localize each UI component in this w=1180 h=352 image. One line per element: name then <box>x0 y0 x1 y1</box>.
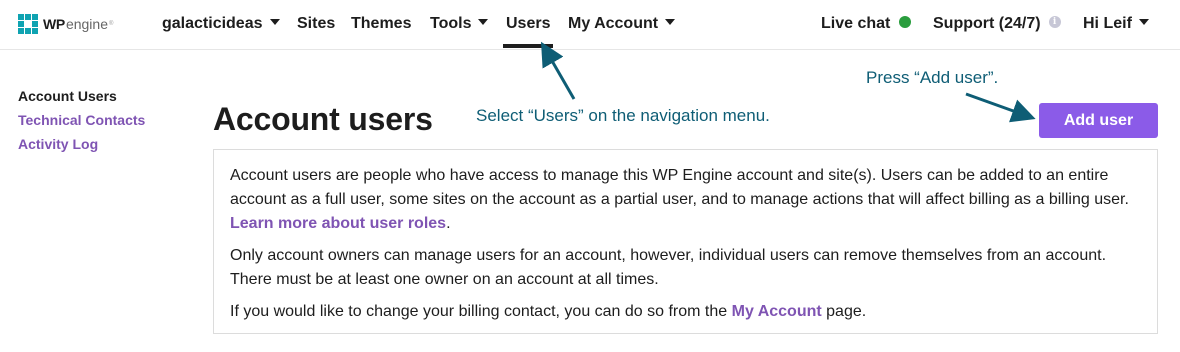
learn-more-link[interactable]: Learn more about user roles <box>230 215 446 232</box>
logo-engine-text: engine <box>65 16 108 32</box>
sidebar-item-account-users[interactable]: Account Users <box>18 84 145 108</box>
nav-tools-label: Tools <box>430 15 472 32</box>
support-link[interactable]: Support (24/7) i <box>933 15 1061 33</box>
nav-item-themes[interactable]: Themes <box>351 15 411 33</box>
wpengine-logo-icon <box>18 14 38 34</box>
online-status-icon <box>899 15 912 28</box>
arrow-to-users-tab <box>541 41 576 100</box>
nav-tools-dropdown[interactable]: Tools <box>430 15 489 33</box>
info-panel: Account users are people who have access… <box>213 149 1158 334</box>
logo-trademark: ® <box>109 21 114 27</box>
add-user-button[interactable]: Add user <box>1039 103 1158 138</box>
info-paragraph-billing: If you would like to change your billing… <box>230 300 1141 324</box>
sidebar-item-activity-log[interactable]: Activity Log <box>18 132 145 156</box>
arrow-to-add-user-button <box>965 92 1036 123</box>
live-chat-label: Live chat <box>821 15 891 32</box>
user-menu-dropdown[interactable]: Hi Leif <box>1083 15 1149 33</box>
chevron-down-icon <box>478 18 489 25</box>
wpengine-logo[interactable]: WP engine ® <box>18 14 113 34</box>
info-text: If you would like to change your billing… <box>230 303 732 320</box>
my-account-link[interactable]: My Account <box>732 303 822 320</box>
nav-my-account-dropdown[interactable]: My Account <box>568 15 676 33</box>
chevron-down-icon <box>665 18 676 25</box>
annotation-press-add-user: Press “Add user”. <box>866 68 999 87</box>
sidebar: Account Users Technical Contacts Activit… <box>18 84 145 156</box>
nav-item-sites[interactable]: Sites <box>297 15 335 33</box>
nav-account-dropdown[interactable]: galacticideas <box>162 15 280 33</box>
info-text-end: page. <box>821 303 867 320</box>
info-paragraph-roles: Account users are people who have access… <box>230 164 1141 236</box>
nav-account-label: galacticideas <box>162 15 263 32</box>
annotation-select-users: Select “Users” on the navigation menu. <box>476 106 770 125</box>
top-navigation: WP engine ® galacticideas Sites Themes T… <box>0 0 1180 50</box>
nav-item-users[interactable]: Users <box>506 15 550 33</box>
info-paragraph-owners: Only account owners can manage users for… <box>230 247 1107 288</box>
info-text-end: . <box>446 215 451 232</box>
live-chat-link[interactable]: Live chat <box>821 15 912 33</box>
info-text: Account users are people who have access… <box>230 167 1129 208</box>
nav-my-account-label: My Account <box>568 15 659 32</box>
chevron-down-icon <box>1138 18 1149 25</box>
page-title: Account users <box>213 101 433 137</box>
info-icon[interactable]: i <box>1048 15 1061 28</box>
user-greeting: Hi Leif <box>1083 15 1132 32</box>
logo-wp-text: WP <box>43 16 65 32</box>
support-label: Support (24/7) <box>933 15 1041 32</box>
sidebar-item-technical-contacts[interactable]: Technical Contacts <box>18 108 145 132</box>
chevron-down-icon <box>269 18 280 25</box>
active-tab-indicator <box>503 44 553 48</box>
